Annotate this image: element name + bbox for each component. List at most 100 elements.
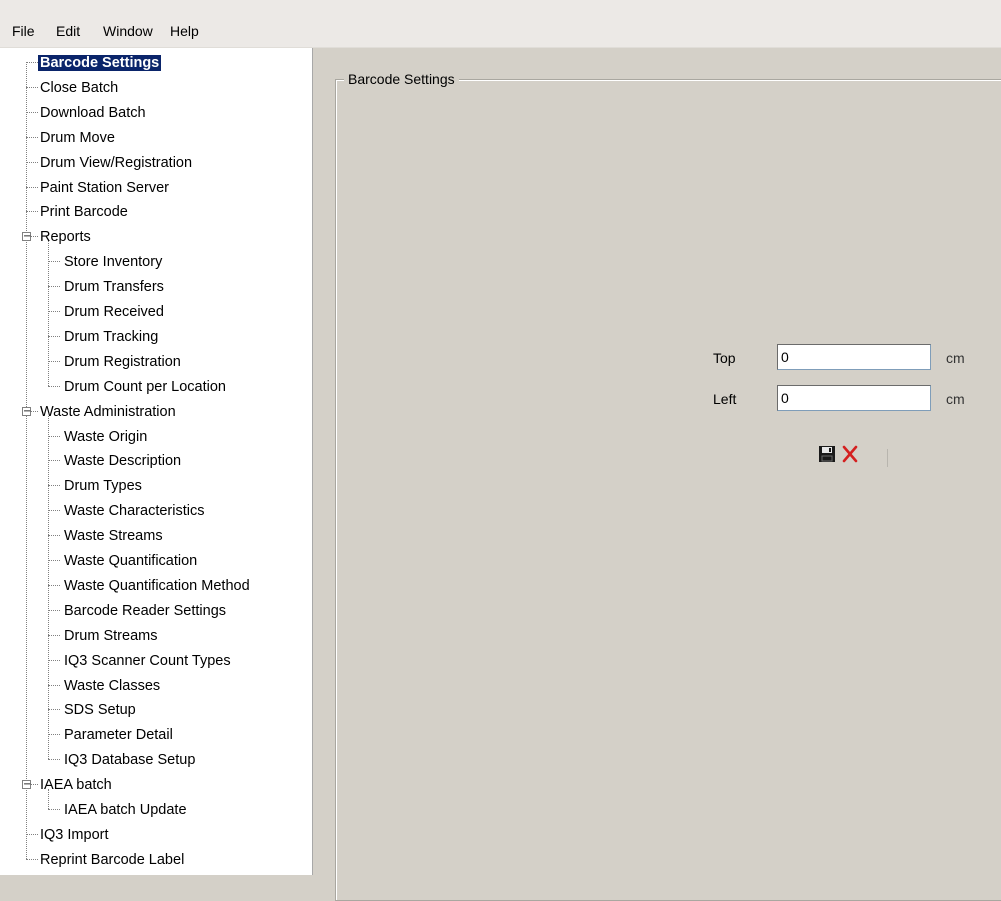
tree-item-barcode-settings[interactable]: Barcode Settings [38, 51, 162, 73]
tree-item-label: Download Batch [40, 104, 146, 121]
tree-guide-line [48, 261, 60, 263]
menu-window[interactable]: Window [103, 23, 153, 39]
tree-guide-line [48, 759, 60, 761]
left-label: Left [713, 391, 737, 407]
tree-item-reprint-barcode-label[interactable]: Reprint Barcode Label [38, 848, 186, 870]
tree-item-label: Parameter Detail [64, 727, 173, 744]
tree-item-label: Barcode Settings [38, 55, 162, 71]
tree-guide-line [26, 62, 27, 859]
tree-item-iaea-batch-update[interactable]: IAEA batch Update [62, 798, 189, 820]
tree-item-paint-station-server[interactable]: Paint Station Server [38, 176, 171, 198]
tree-guide-line [26, 186, 38, 188]
tree-item-iq3-import[interactable]: IQ3 Import [38, 823, 111, 845]
tree-item-label: Drum Streams [64, 627, 158, 644]
tree-item-label: Drum View/Registration [40, 154, 193, 171]
tree-item-drum-tracking[interactable]: Drum Tracking [62, 325, 160, 347]
tree-guide-line [48, 415, 49, 760]
navigation-tree[interactable]: Barcode Settings Close Batch Download Batc… [0, 48, 313, 875]
left-input[interactable] [777, 385, 931, 411]
tree-item-iq3-database-setup[interactable]: IQ3 Database Setup [62, 748, 197, 770]
tree-item-label: SDS Setup [64, 702, 136, 719]
tree-guide-line [26, 136, 38, 138]
tree-item-drum-streams[interactable]: Drum Streams [62, 624, 159, 646]
tree-item-waste-administration[interactable]: Waste Administration [38, 400, 178, 422]
tree-item-waste-classes[interactable]: Waste Classes [62, 674, 162, 696]
top-unit: cm [946, 350, 965, 366]
tree-guide-line [48, 510, 60, 512]
tree-item-label: Waste Administration [40, 403, 176, 420]
menu-bar: File Edit Window Help [0, 0, 1001, 48]
tree-guide-line [26, 111, 38, 113]
cancel-button[interactable] [839, 443, 861, 465]
tree-item-reports[interactable]: Reports [38, 225, 93, 247]
tree-item-drum-registration[interactable]: Drum Registration [62, 350, 183, 372]
tree-item-label: Print Barcode [40, 204, 128, 221]
tree-item-drum-types[interactable]: Drum Types [62, 474, 144, 496]
tree-item-print-barcode[interactable]: Print Barcode [38, 200, 130, 222]
left-unit: cm [946, 391, 965, 407]
tree-guide-line [48, 535, 60, 537]
tree-guide-line [26, 858, 38, 860]
tree-guide-line [48, 460, 60, 462]
tree-item-iaea-batch[interactable]: IAEA batch [38, 773, 114, 795]
tree-guide-line [26, 833, 38, 835]
tree-item-waste-origin[interactable]: Waste Origin [62, 425, 149, 447]
tree-guide-line [48, 485, 60, 487]
tree-guide-line [26, 62, 38, 63]
tree-item-label: Drum Move [40, 129, 115, 146]
tree-item-label: Drum Tracking [64, 328, 159, 345]
tree-item-label: Store Inventory [64, 254, 163, 271]
tree-guide-line [48, 335, 60, 337]
tree-item-drum-count-per-location[interactable]: Drum Count per Location [62, 375, 228, 397]
menu-edit[interactable]: Edit [56, 23, 80, 39]
tree-item-drum-received[interactable]: Drum Received [62, 300, 166, 322]
save-button[interactable] [816, 443, 838, 465]
tree-guide-line [48, 286, 60, 288]
tree-item-store-inventory[interactable]: Store Inventory [62, 250, 164, 272]
top-label: Top [713, 350, 736, 366]
tree-item-label: Waste Description [64, 453, 182, 470]
tree-item-label: Waste Characteristics [64, 503, 205, 520]
tree-collapse-icon[interactable]: − [22, 232, 31, 242]
main-panel: Barcode Settings Top cm Left cm [313, 48, 1001, 901]
tree-item-waste-description[interactable]: Waste Description [62, 449, 183, 471]
tree-item-waste-characteristics[interactable]: Waste Characteristics [62, 499, 206, 521]
tree-item-waste-streams[interactable]: Waste Streams [62, 524, 165, 546]
tree-collapse-icon[interactable]: − [22, 780, 31, 790]
tree-item-waste-quantification[interactable]: Waste Quantification [62, 549, 199, 571]
top-input[interactable] [777, 344, 931, 370]
tree-item-label: Drum Types [64, 478, 142, 495]
tree-guide-line [48, 684, 60, 686]
tree-item-download-batch[interactable]: Download Batch [38, 101, 148, 123]
tree-item-label: Waste Classes [64, 677, 161, 694]
menu-help[interactable]: Help [170, 23, 199, 39]
tree-item-barcode-reader-settings[interactable]: Barcode Reader Settings [62, 599, 228, 621]
tree-item-waste-quantification-method[interactable]: Waste Quantification Method [62, 574, 252, 596]
tree-item-iq3-scanner-count-types[interactable]: IQ3 Scanner Count Types [62, 649, 233, 671]
tree-item-close-batch[interactable]: Close Batch [38, 76, 120, 98]
tree-item-label: IQ3 Scanner Count Types [64, 652, 231, 669]
tree-guide-line [48, 659, 60, 661]
tree-item-label: Drum Registration [64, 353, 181, 370]
tree-item-label: Barcode Reader Settings [64, 602, 227, 619]
tree-item-drum-view-registration[interactable]: Drum View/Registration [38, 151, 194, 173]
tree-guide-line [48, 609, 60, 611]
tree-item-label: IQ3 Database Setup [64, 752, 196, 769]
tree-item-drum-transfers[interactable]: Drum Transfers [62, 275, 166, 297]
tree-item-label: Reprint Barcode Label [40, 851, 185, 868]
tree-item-sds-setup[interactable]: SDS Setup [62, 698, 138, 720]
tree-guide-line [48, 709, 60, 711]
tree-item-label: Drum Count per Location [64, 378, 226, 395]
tree-item-label: IAEA batch Update [64, 802, 187, 818]
menu-file[interactable]: File [12, 23, 35, 39]
tree-guide-line [48, 734, 60, 736]
tree-collapse-icon[interactable]: − [22, 406, 31, 416]
tree-guide-line [48, 560, 60, 561]
tree-guide-line [48, 360, 60, 362]
tree-item-drum-move[interactable]: Drum Move [38, 126, 117, 148]
tree-guide-line [48, 809, 60, 810]
tree-item-label: Waste Quantification [64, 553, 198, 569]
tree-item-label: Paint Station Server [40, 179, 169, 196]
tree-item-parameter-detail[interactable]: Parameter Detail [62, 723, 175, 745]
tree-guide-line [48, 241, 49, 386]
